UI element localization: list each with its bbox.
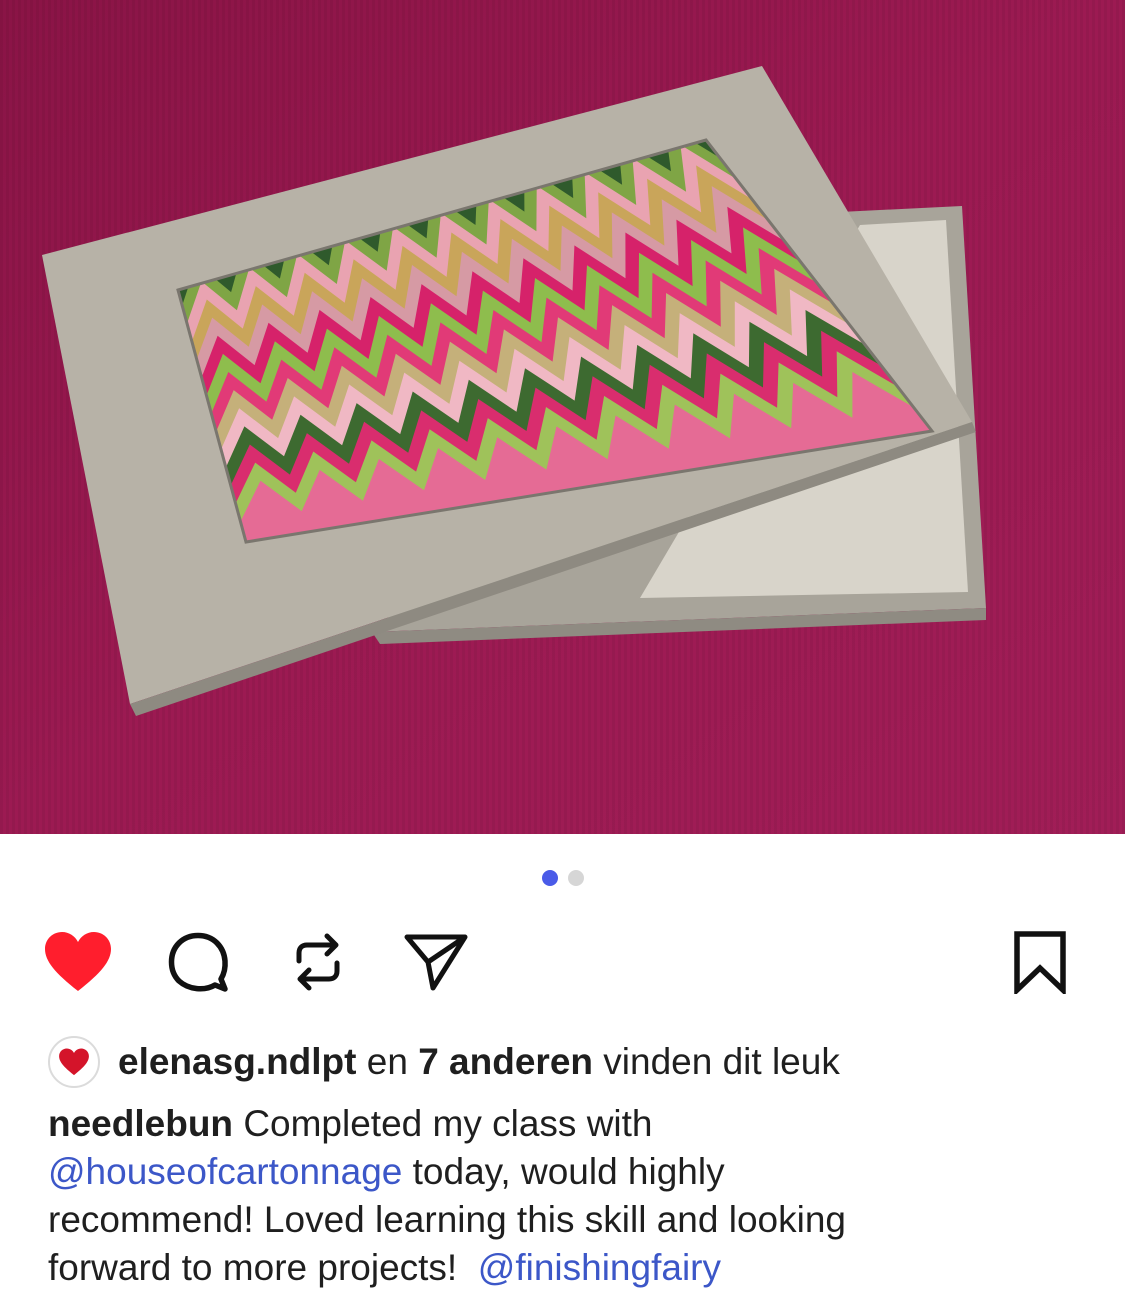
liker-avatar[interactable] [48, 1036, 100, 1088]
likes-connector: en [366, 1041, 408, 1082]
first-liker-username[interactable]: elenasg.ndlpt [118, 1036, 356, 1088]
repost-icon [296, 933, 340, 991]
repost-button[interactable] [278, 922, 358, 1002]
caption-text-2: today, would highly [412, 1151, 725, 1192]
bookmark-icon [1014, 931, 1066, 994]
caption-text-4: forward to more projects! [48, 1247, 458, 1288]
caption-line-2: @houseofcartonnage today, would highly [48, 1148, 1088, 1196]
save-button[interactable] [1000, 922, 1080, 1002]
likes-summary[interactable]: elenasg.ndlpt en 7 anderen vinden dit le… [48, 1036, 1088, 1088]
heart-small-icon [59, 1048, 89, 1076]
like-button[interactable] [38, 922, 118, 1002]
caption-line-4: forward to more projects! @finishingfair… [48, 1244, 1088, 1292]
post-photo[interactable] [0, 0, 1125, 834]
carousel-indicator [0, 870, 1125, 886]
likes-suffix: vinden dit leuk [603, 1041, 840, 1082]
send-icon [404, 934, 468, 991]
share-button[interactable] [396, 922, 476, 1002]
mention-link[interactable]: @houseofcartonnage [48, 1151, 402, 1192]
caption-line-1: needlebun Completed my class with [48, 1100, 1088, 1148]
caption-text-1: Completed my class with [243, 1103, 653, 1144]
caption-username[interactable]: needlebun [48, 1103, 233, 1144]
carousel-dot[interactable] [567, 870, 584, 886]
comment-icon [168, 932, 228, 992]
caption-line-3: recommend! Loved learning this skill and… [48, 1199, 846, 1240]
others-count-link[interactable]: 7 anderen [418, 1036, 593, 1088]
post-actions [0, 922, 1125, 1002]
mention-link[interactable]: @finishingfairy [478, 1247, 721, 1288]
post-caption: needlebun Completed my class with @house… [48, 1100, 1088, 1292]
carousel-dot-active[interactable] [541, 870, 558, 886]
comment-button[interactable] [158, 922, 238, 1002]
heart-filled-icon [45, 932, 111, 991]
needlepoint-box-photo [0, 0, 1125, 834]
